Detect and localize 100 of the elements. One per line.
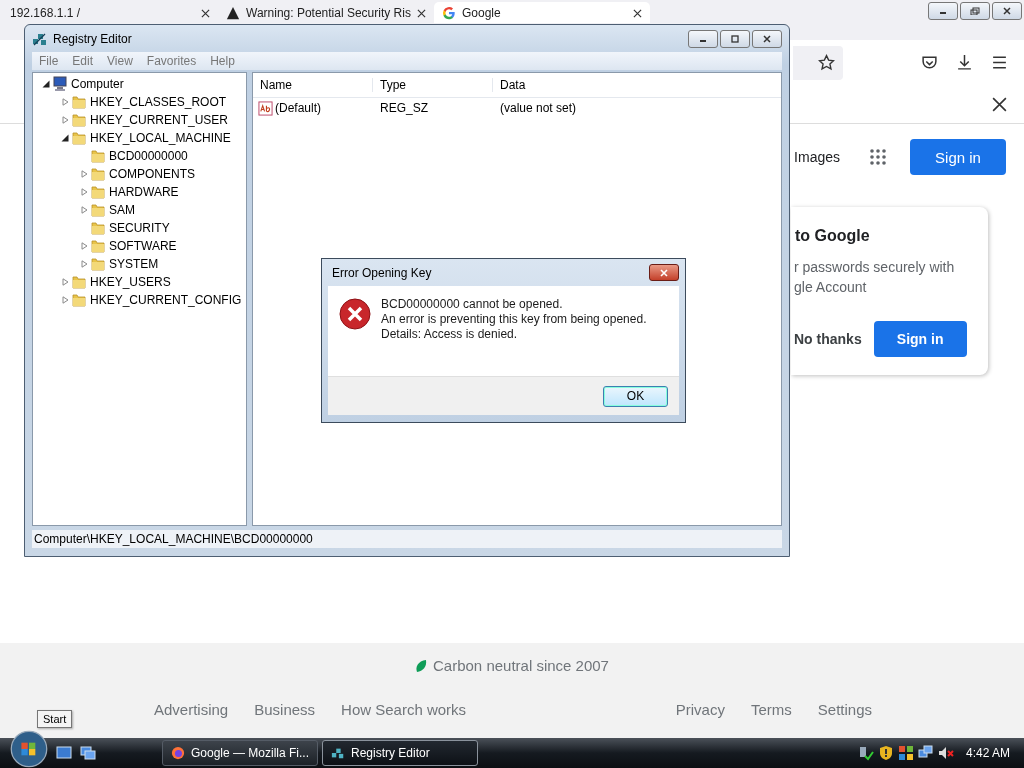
url-field[interactable] (793, 45, 843, 80)
collapsed-arrow-icon[interactable] (79, 242, 88, 250)
collapsed-arrow-icon[interactable] (79, 206, 88, 214)
computer-icon (52, 76, 68, 92)
footer-link[interactable]: How Search works (341, 701, 467, 718)
folder-icon (90, 256, 106, 272)
value-name: (Default) (275, 101, 321, 115)
carbon-neutral-text: Carbon neutral since 2007 (433, 657, 609, 674)
leaf-icon (415, 658, 427, 673)
sign-in-button[interactable]: Sign in (873, 321, 967, 357)
footer-link[interactable]: Advertising (154, 701, 229, 718)
tree-item[interactable]: SOFTWARE (109, 239, 177, 253)
warning-icon (226, 6, 240, 20)
string-value-icon (258, 100, 273, 116)
close-button[interactable] (992, 2, 1022, 20)
start-tooltip: Start (37, 710, 73, 728)
close-button[interactable] (649, 264, 679, 281)
folder-icon (71, 94, 87, 110)
maximize-button[interactable] (720, 29, 750, 48)
restore-button[interactable] (960, 2, 990, 20)
tree-item[interactable]: SYSTEM (109, 257, 159, 271)
no-thanks-button[interactable]: No thanks (794, 331, 862, 347)
menu-item[interactable]: Help (203, 54, 242, 68)
status-bar: Computer\HKEY_LOCAL_MACHINE\BCD00000000 (32, 530, 782, 548)
close-tab-icon[interactable] (633, 9, 642, 18)
tree-item[interactable]: Computer (71, 77, 124, 91)
tree-item[interactable]: SECURITY (109, 221, 170, 235)
windows-flag-icon[interactable] (897, 745, 914, 761)
folder-icon (90, 166, 106, 182)
collapsed-arrow-icon[interactable] (60, 296, 69, 304)
taskbar-button[interactable]: Registry Editor (322, 740, 478, 766)
tree-item[interactable]: HKEY_USERS (90, 275, 171, 289)
desktop-icon[interactable] (56, 745, 72, 761)
footer-link[interactable]: Privacy (675, 701, 725, 718)
menu-item[interactable]: View (100, 54, 140, 68)
taskbar-button[interactable]: Google — Mozilla Fi... (162, 740, 318, 766)
collapsed-arrow-icon[interactable] (79, 170, 88, 178)
tree-item[interactable]: COMPONENTS (109, 167, 195, 181)
ok-button[interactable]: OK (603, 385, 668, 407)
maximize-icon (729, 34, 741, 43)
registry-cubes-icon (331, 746, 345, 760)
minimize-button[interactable] (928, 2, 958, 20)
close-tab-icon[interactable] (417, 9, 426, 18)
footer-link[interactable]: Business (254, 701, 316, 718)
menu-item[interactable]: Favorites (139, 54, 204, 68)
folder-icon (90, 238, 106, 254)
sign-in-button[interactable]: Sign in (910, 139, 1006, 175)
menu-item[interactable]: Edit (65, 54, 101, 68)
tree-item[interactable]: HKEY_CURRENT_USER (90, 113, 229, 127)
expanded-arrow-icon[interactable] (41, 80, 50, 88)
tree-item[interactable]: HKEY_LOCAL_MACHINE (90, 131, 231, 145)
restore-icon (969, 7, 981, 15)
window-title: Registry Editor (53, 31, 132, 46)
network-connection-icon[interactable] (917, 745, 934, 761)
tree-item[interactable]: HKEY_CLASSES_ROOT (90, 95, 227, 109)
footer-link[interactable]: Terms (750, 701, 792, 718)
tree-item[interactable]: BCD00000000 (109, 149, 188, 163)
pocket-icon[interactable] (921, 54, 938, 71)
browser-tab[interactable]: Warning: Potential Security Ris (218, 2, 434, 23)
column-header[interactable]: Data (493, 78, 781, 92)
collapsed-arrow-icon[interactable] (79, 188, 88, 196)
column-header[interactable]: Name (253, 78, 373, 92)
start-button[interactable] (10, 730, 48, 768)
folder-icon (71, 292, 87, 308)
tree-item[interactable]: SAM (109, 203, 135, 217)
folder-icon (71, 112, 87, 128)
network-icon[interactable] (857, 745, 874, 761)
column-header[interactable]: Type (373, 78, 493, 92)
shield-icon[interactable] (877, 745, 894, 761)
apps-grid-icon[interactable] (870, 149, 886, 165)
images-link[interactable]: Images (794, 149, 840, 165)
collapsed-arrow-icon[interactable] (60, 98, 69, 106)
footer-link[interactable]: Settings (817, 701, 872, 718)
menu-item[interactable]: File (32, 54, 66, 68)
folder-icon (71, 274, 87, 290)
close-icon[interactable] (991, 95, 1008, 113)
close-button[interactable] (752, 29, 782, 48)
error-message: BCD00000000 cannot be opened. An error is preventing this key from being opened. Details: Access is denied. (381, 297, 647, 342)
collapsed-arrow-icon[interactable] (60, 116, 69, 124)
download-icon[interactable] (956, 54, 973, 71)
window-switch-icon[interactable] (80, 745, 96, 761)
collapsed-arrow-icon[interactable] (79, 260, 88, 268)
browser-tab[interactable]: 192.168.1.1 / (2, 2, 218, 23)
clock: 4:42 AM (965, 746, 1010, 760)
expanded-arrow-icon[interactable] (60, 134, 69, 142)
star-icon[interactable] (818, 54, 835, 71)
folder-icon (71, 130, 87, 146)
dialog-title: Error Opening Key (332, 265, 432, 280)
folder-icon (90, 184, 106, 200)
close-tab-icon[interactable] (201, 9, 210, 18)
folder-icon (90, 148, 106, 164)
collapsed-arrow-icon[interactable] (60, 278, 69, 286)
volume-muted-icon[interactable] (937, 745, 954, 761)
tree-item[interactable]: HKEY_CURRENT_CONFIG (90, 293, 242, 307)
value-type: REG_SZ (379, 101, 429, 115)
menu-icon[interactable] (991, 54, 1008, 71)
close-icon (1001, 7, 1013, 15)
tree-item[interactable]: HARDWARE (109, 185, 179, 199)
browser-tab[interactable]: Google (434, 2, 650, 23)
minimize-button[interactable] (688, 29, 718, 48)
